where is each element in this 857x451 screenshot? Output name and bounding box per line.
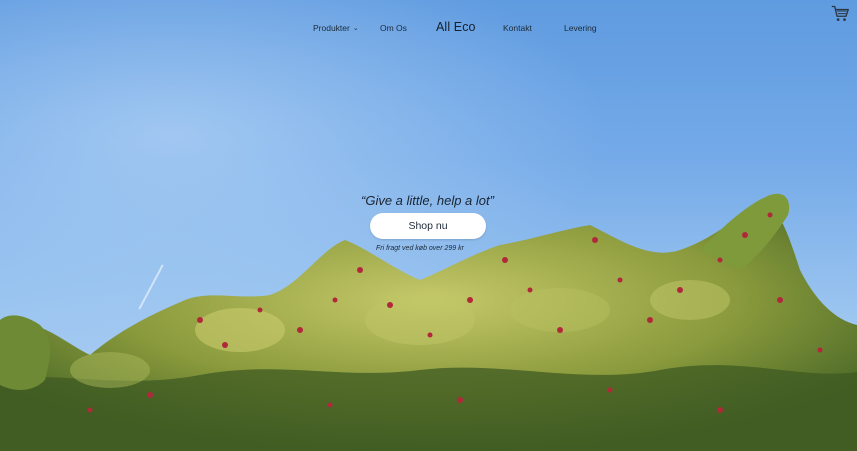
hero-tagline-text: “Give a little, help a lot” — [361, 193, 494, 208]
nav-delivery-link[interactable]: Levering — [564, 23, 597, 33]
nav-contact-link[interactable]: Kontakt — [503, 23, 532, 33]
top-navigation: Produkter ⌄ Om Os All Eco Kontakt Leverin… — [0, 0, 857, 56]
shop-now-button[interactable]: Shop nu — [370, 213, 486, 239]
brand-logo[interactable]: All Eco — [436, 20, 476, 34]
nav-products-dropdown[interactable]: Produkter ⌄ — [313, 23, 359, 33]
nav-products-label: Produkter — [313, 23, 350, 33]
chevron-down-icon: ⌄ — [352, 25, 359, 32]
free-shipping-note: Fri fragt ved køb over 299 kr — [376, 245, 464, 252]
cart-icon[interactable] — [831, 5, 849, 23]
hero-tagline: “Give a little, help a lot” — [0, 193, 857, 208]
nav-about-link[interactable]: Om Os — [380, 23, 407, 33]
